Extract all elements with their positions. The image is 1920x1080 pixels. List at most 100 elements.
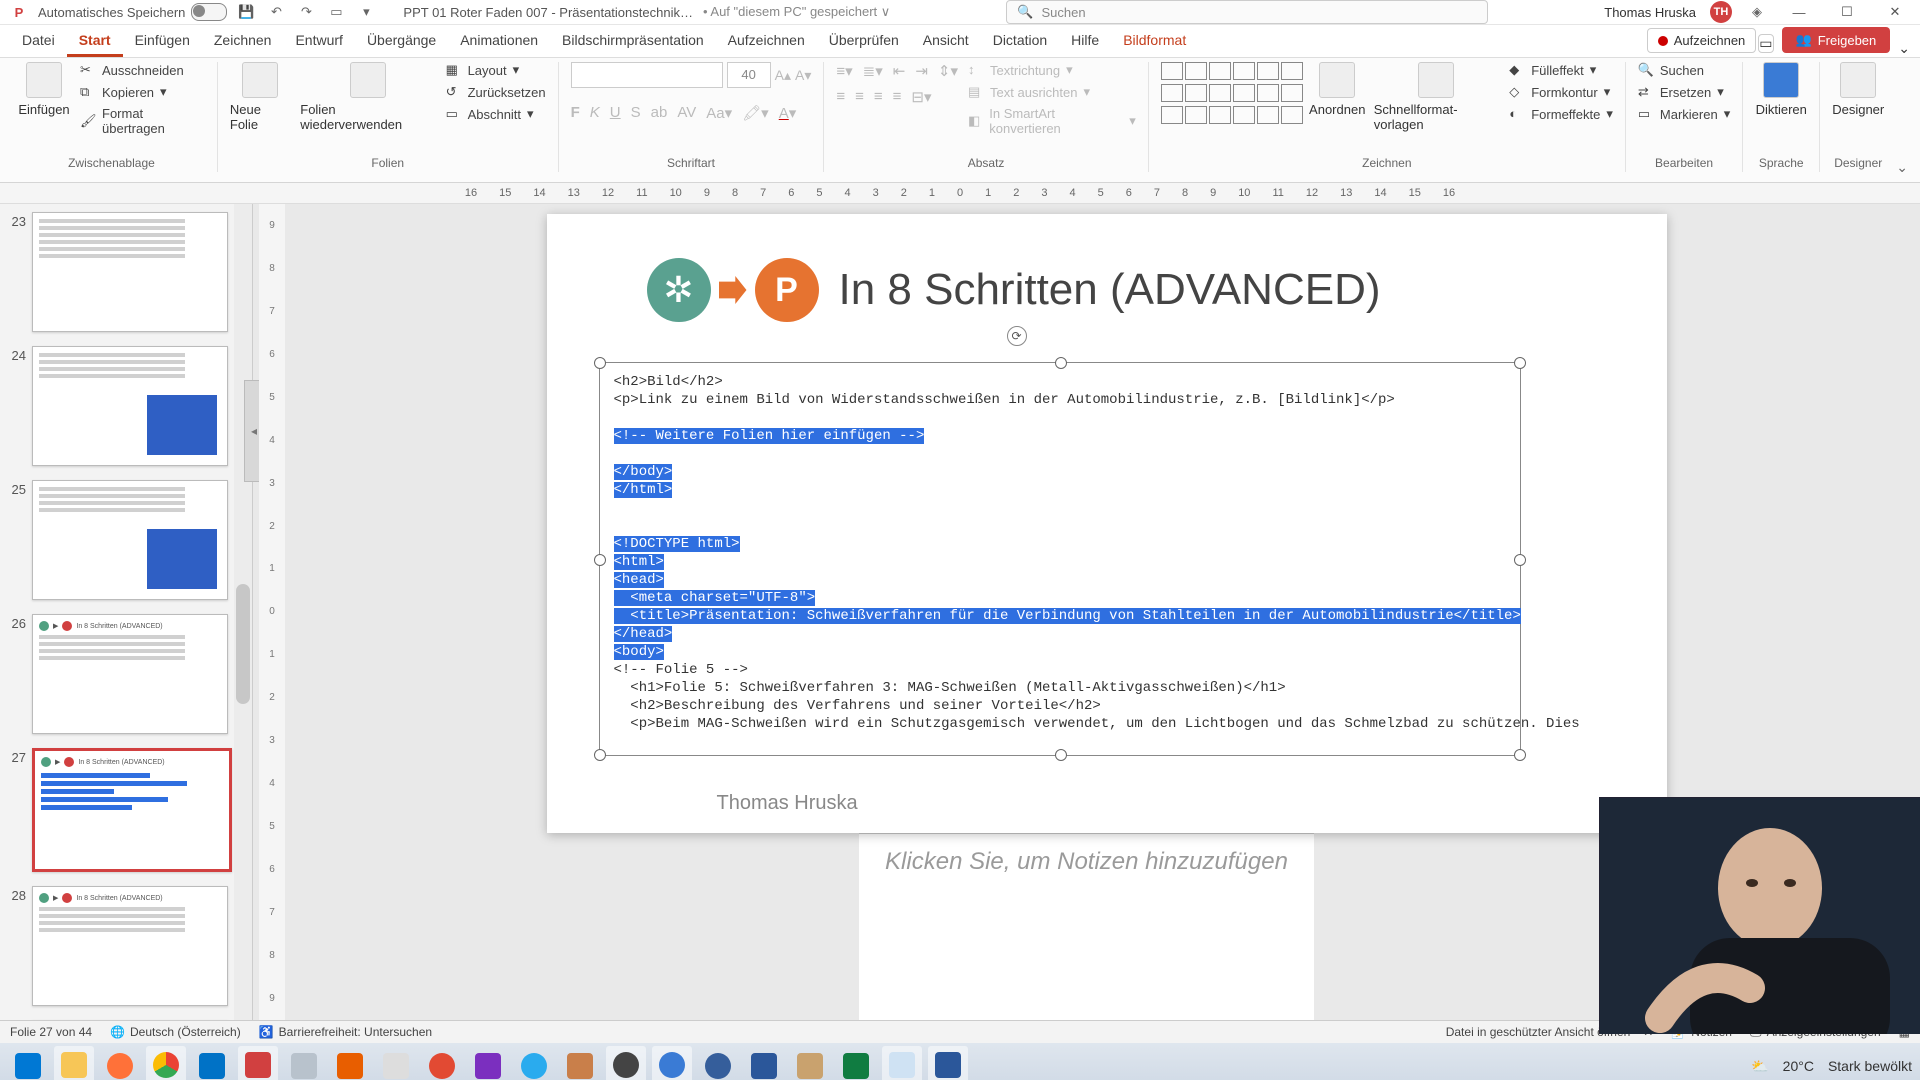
notes-pane[interactable]: Klicken Sie, um Notizen hinzuzufügen	[859, 833, 1314, 1020]
highlight-button[interactable]: 🖍▾	[742, 104, 769, 122]
minimize-icon[interactable]: —	[1782, 2, 1816, 22]
language-button[interactable]: 🌐Deutsch (Österreich)	[110, 1025, 241, 1039]
designer-button[interactable]: Designer	[1832, 62, 1884, 117]
scrollbar-handle[interactable]	[236, 584, 250, 704]
shape-outline-button[interactable]: ◇Formkontur ▾	[1509, 84, 1613, 100]
tab-einfügen[interactable]: Einfügen	[123, 26, 202, 57]
select-button[interactable]: ▭Markieren ▾	[1638, 106, 1730, 122]
tab-ansicht[interactable]: Ansicht	[911, 26, 981, 57]
indent-icon[interactable]: ⇥	[915, 62, 928, 80]
bold-button[interactable]: F	[571, 104, 580, 122]
tab-start[interactable]: Start	[67, 26, 123, 57]
quick-styles-button[interactable]: Schnellformat-vorlagen	[1374, 62, 1500, 132]
code-line[interactable]	[614, 409, 1506, 427]
thumbnail-slide[interactable]: ▶In 8 Schritten (ADVANCED)	[32, 748, 232, 872]
spacing-button[interactable]: AV	[677, 104, 696, 122]
thumbnail-slide[interactable]: ▶In 8 Schritten (ADVANCED)	[32, 886, 228, 1006]
align-text-button[interactable]: ▤Text ausrichten ▾	[968, 84, 1136, 100]
arrange-button[interactable]: Anordnen	[1311, 62, 1364, 117]
taskbar-onenote[interactable]	[468, 1047, 508, 1080]
shadow-button[interactable]: ab	[651, 104, 668, 122]
slide[interactable]: ✲ P In 8 Schritten (ADVANCED) ⟳ <h2>Bild…	[547, 214, 1667, 833]
code-line[interactable]: <meta charset="UTF-8">	[614, 589, 1506, 607]
accessibility-button[interactable]: ♿Barrierefreiheit: Untersuchen	[259, 1025, 432, 1039]
code-line[interactable]: </body>	[614, 463, 1506, 481]
thumbnail-row[interactable]: 24	[4, 346, 248, 466]
search-input[interactable]: 🔍 Suchen	[1006, 0, 1488, 24]
shape-effects-button[interactable]: ◐Formeffekte ▾	[1509, 106, 1613, 122]
taskbar-outlook[interactable]	[192, 1047, 232, 1080]
ribbon-options-icon[interactable]: ⌄	[1896, 159, 1908, 182]
qat-more-icon[interactable]: ▾	[355, 1, 377, 23]
resize-handle[interactable]	[1055, 357, 1067, 369]
maximize-icon[interactable]: ☐	[1830, 2, 1864, 22]
taskbar-app-1[interactable]	[284, 1047, 324, 1080]
rotate-handle-icon[interactable]: ⟳	[1007, 326, 1027, 346]
thumbnail-pane[interactable]: 23242526▶In 8 Schritten (ADVANCED)27▶In …	[0, 204, 253, 1020]
reset-button[interactable]: ↺Zurücksetzen	[446, 84, 546, 100]
line-spacing-icon[interactable]: ⇕▾	[938, 62, 958, 80]
grow-font-icon[interactable]: A▴	[775, 67, 791, 84]
taskbar-app-8[interactable]	[744, 1047, 784, 1080]
start-button[interactable]	[8, 1047, 48, 1080]
font-color-button[interactable]: A▾	[779, 104, 797, 122]
justify-icon[interactable]: ≡	[893, 88, 902, 106]
taskbar-app-4[interactable]	[560, 1047, 600, 1080]
diamond-icon[interactable]: ◈	[1746, 1, 1768, 23]
autosave-toggle[interactable]: Automatisches Speichern	[38, 3, 227, 21]
tab-animationen[interactable]: Animationen	[448, 26, 550, 57]
find-button[interactable]: 🔍Suchen	[1638, 62, 1730, 78]
code-line[interactable]: <head>	[614, 571, 1506, 589]
taskbar-word[interactable]	[928, 1046, 968, 1080]
taskbar-excel[interactable]	[836, 1047, 876, 1080]
shape-fill-button[interactable]: ◆Fülleffekt ▾	[1509, 62, 1613, 78]
numbering-icon[interactable]: ≣▾	[863, 62, 883, 80]
resize-handle[interactable]	[594, 357, 606, 369]
align-left-icon[interactable]: ≡	[836, 88, 845, 106]
taskbar-app-5[interactable]	[606, 1046, 646, 1080]
dictate-button[interactable]: Diktieren	[1755, 62, 1807, 117]
tab-entwurf[interactable]: Entwurf	[283, 26, 354, 57]
thumbnail-row[interactable]: 28▶In 8 Schritten (ADVANCED)	[4, 886, 248, 1006]
columns-icon[interactable]: ⊟▾	[911, 88, 931, 106]
resize-handle[interactable]	[1514, 357, 1526, 369]
taskbar-telegram[interactable]	[514, 1047, 554, 1080]
tab-datei[interactable]: Datei	[10, 26, 67, 57]
selected-textbox[interactable]: <h2>Bild</h2><p>Link zu einem Bild von W…	[599, 362, 1521, 756]
reuse-slides-button[interactable]: Folien wiederverwenden	[300, 62, 435, 132]
present-dropdown-icon[interactable]: ▭	[1758, 34, 1773, 53]
redo-icon[interactable]: ↷	[295, 1, 317, 23]
user-name[interactable]: Thomas Hruska	[1604, 5, 1696, 20]
font-family-select[interactable]	[571, 62, 723, 88]
case-button[interactable]: Aa▾	[706, 104, 732, 122]
thumbnail-slide[interactable]: ▶In 8 Schritten (ADVANCED)	[32, 614, 228, 734]
strike-button[interactable]: S	[631, 104, 641, 122]
taskbar-app-9[interactable]	[790, 1047, 830, 1080]
code-line[interactable]: <html>	[614, 553, 1506, 571]
thumbnail-slide[interactable]	[32, 480, 228, 600]
code-line[interactable]: <h1>Folie 5: Schweißverfahren 3: MAG-Sch…	[614, 679, 1506, 697]
taskbar-app-7[interactable]	[698, 1047, 738, 1080]
taskbar-tray[interactable]: ⛅ 20°C Stark bewölkt	[1751, 1058, 1912, 1075]
tab-zeichnen[interactable]: Zeichnen	[202, 26, 284, 57]
replace-button[interactable]: ⇄Ersetzen ▾	[1638, 84, 1730, 100]
code-line[interactable]: <!DOCTYPE html>	[614, 535, 1506, 553]
shrink-font-icon[interactable]: A▾	[795, 67, 811, 84]
code-line[interactable]	[614, 499, 1506, 517]
taskbar-app-2[interactable]	[376, 1047, 416, 1080]
align-center-icon[interactable]: ≡	[855, 88, 864, 106]
tab-übergänge[interactable]: Übergänge	[355, 26, 448, 57]
code-content[interactable]: <h2>Bild</h2><p>Link zu einem Bild von W…	[600, 363, 1520, 743]
resize-handle[interactable]	[1514, 554, 1526, 566]
paste-button[interactable]: Einfügen	[18, 62, 70, 117]
code-line[interactable]: <p>Link zu einem Bild von Widerstandssch…	[614, 391, 1506, 409]
code-line[interactable]	[614, 445, 1506, 463]
shapes-gallery[interactable]	[1161, 62, 1301, 124]
code-line[interactable]: <!-- Weitere Folien hier einfügen -->	[614, 427, 1506, 445]
code-line[interactable]: <title>Präsentation: Schweißverfahren fü…	[614, 607, 1506, 625]
thumbnail-row[interactable]: 27▶In 8 Schritten (ADVANCED)	[4, 748, 248, 872]
italic-button[interactable]: K	[590, 104, 600, 122]
thumbnail-scrollbar[interactable]	[234, 204, 252, 1020]
user-avatar[interactable]: TH	[1710, 1, 1732, 23]
layout-button[interactable]: ▦Layout ▾	[446, 62, 546, 78]
